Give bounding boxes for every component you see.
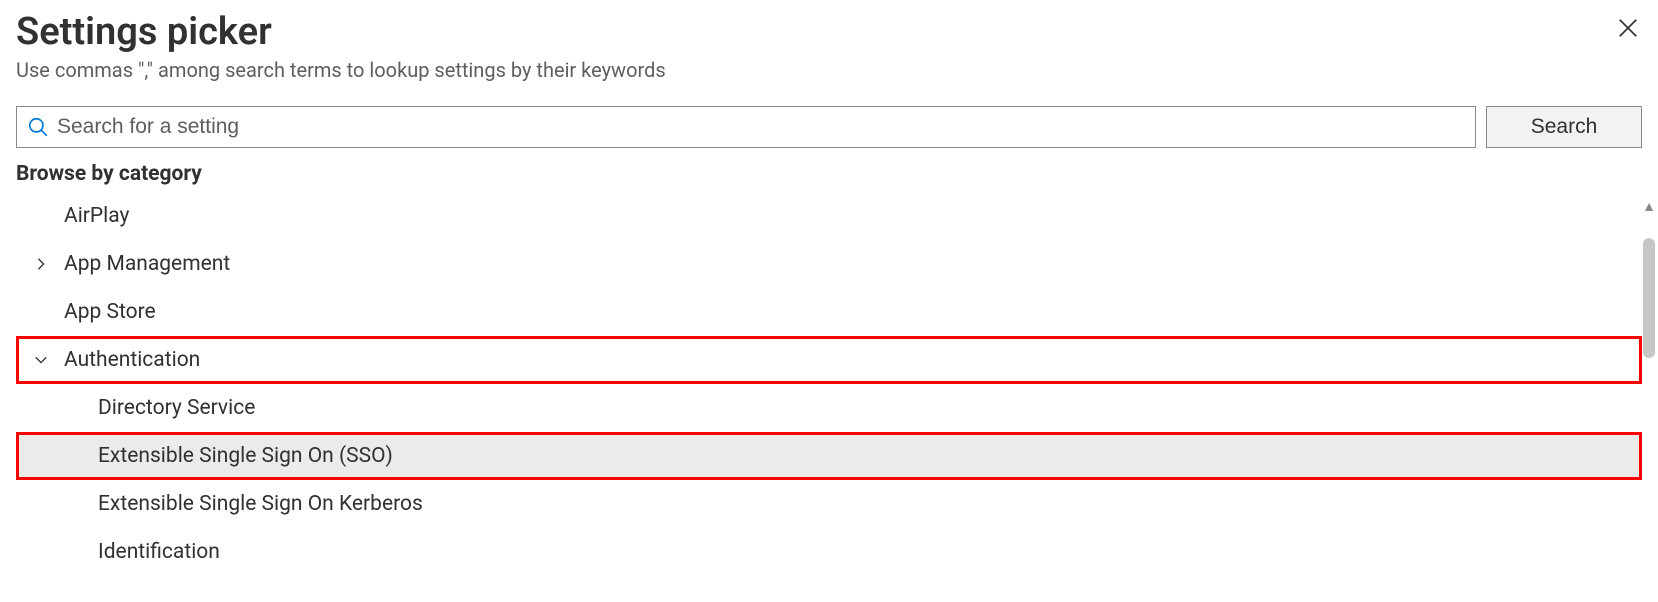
category-label: Identification — [16, 540, 220, 564]
category-label: Directory Service — [16, 396, 255, 420]
category-item-airplay[interactable]: AirPlay — [16, 192, 1642, 240]
scroll-thumb[interactable] — [1643, 238, 1655, 358]
chevron-down-icon — [32, 351, 50, 369]
scrollbar[interactable]: ▲ — [1640, 200, 1658, 358]
category-label: Extensible Single Sign On Kerberos — [16, 492, 423, 516]
category-item-authentication[interactable]: Authentication — [16, 336, 1642, 384]
chevron-right-icon — [32, 255, 50, 273]
search-button[interactable]: Search — [1486, 106, 1642, 148]
category-item-identification[interactable]: Identification — [16, 528, 1642, 576]
category-item-app-store[interactable]: App Store — [16, 288, 1642, 336]
page-subtitle: Use commas "," among search terms to loo… — [16, 58, 1642, 82]
category-item-app-management[interactable]: App Management — [16, 240, 1642, 288]
category-item-directory-service[interactable]: Directory Service — [16, 384, 1642, 432]
category-label: App Store — [16, 300, 156, 324]
page-title: Settings picker — [16, 12, 272, 54]
search-input[interactable] — [57, 115, 1465, 139]
close-icon — [1617, 17, 1639, 43]
search-icon — [27, 116, 49, 138]
category-tree: AirPlay App Management App Store Authent… — [16, 192, 1642, 576]
category-label: Extensible Single Sign On (SSO) — [16, 444, 393, 468]
scroll-up-icon: ▲ — [1642, 200, 1656, 214]
close-button[interactable] — [1614, 12, 1642, 40]
browse-by-category-label: Browse by category — [16, 162, 1642, 186]
category-item-extensible-sso[interactable]: Extensible Single Sign On (SSO) — [16, 432, 1642, 480]
search-box[interactable] — [16, 106, 1476, 148]
category-item-extensible-sso-kerberos[interactable]: Extensible Single Sign On Kerberos — [16, 480, 1642, 528]
category-label: AirPlay — [16, 204, 129, 228]
